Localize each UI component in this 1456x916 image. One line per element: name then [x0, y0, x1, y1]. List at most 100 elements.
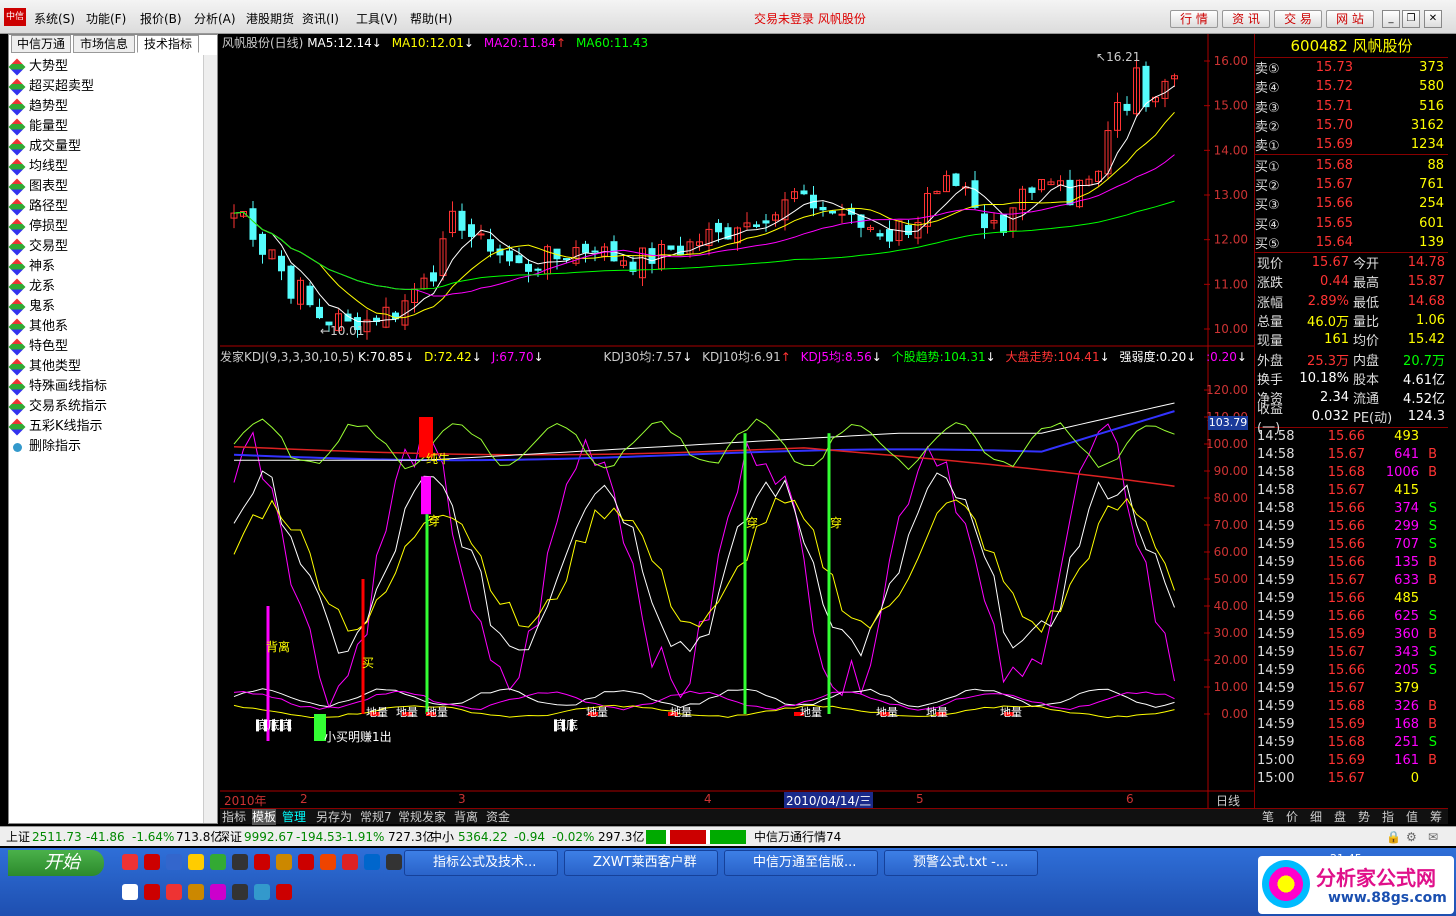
tab-regular-fajia[interactable]: 常规发家 — [398, 809, 446, 825]
tab-citic[interactable]: 中信万通 — [11, 35, 71, 53]
tree-item[interactable]: 龙系 — [8, 277, 201, 297]
chart-area[interactable]: 16.00 15.00 14.00 13.00 12.00 11.00 10.00 120.… — [220, 34, 1254, 824]
quick-launch-icon[interactable] — [276, 854, 292, 870]
tree-item[interactable]: 特色型 — [8, 337, 201, 357]
tab-template[interactable]: 模板 — [252, 809, 277, 825]
tree-item[interactable]: 交易型 — [8, 237, 201, 257]
task-client-group[interactable]: ZXWT莱西客户群 — [564, 850, 718, 876]
lock-icon[interactable]: 🔒 — [1386, 827, 1401, 847]
quick-launch-icon[interactable] — [210, 854, 226, 870]
close-icon[interactable]: ✕ — [1424, 10, 1442, 28]
quick-launch-icon[interactable] — [122, 854, 138, 870]
tree-item[interactable]: 删除指示 — [11, 437, 201, 457]
tab-manage[interactable]: 管理 — [282, 809, 306, 825]
tab-funds[interactable]: 资金 — [486, 809, 510, 825]
settings-icon[interactable]: ⚙ — [1406, 827, 1417, 847]
tree-item[interactable]: 特殊画线指标 — [8, 377, 201, 397]
menu-tools[interactable]: 工具(V) — [356, 10, 398, 27]
website-button[interactable]: 网 站 — [1326, 10, 1374, 28]
tree-scrollbar[interactable] — [203, 55, 217, 823]
tab-indicator[interactable]: 指标 — [222, 809, 246, 825]
tree-item[interactable]: 五彩K线指示 — [8, 417, 201, 437]
quick-launch-icon[interactable] — [386, 854, 402, 870]
ask-row[interactable]: 卖③ 15.71 516 — [1255, 97, 1448, 116]
tree-item[interactable]: 路径型 — [8, 197, 201, 217]
tray-icon[interactable]: ✉ — [1428, 827, 1438, 847]
tree-item[interactable]: 停损型 — [8, 217, 201, 237]
menu-help[interactable]: 帮助(H) — [410, 10, 452, 27]
tab-market-info[interactable]: 市场信息 — [73, 35, 135, 53]
tree-item[interactable]: 神系 — [8, 257, 201, 277]
quick-launch-icon[interactable] — [144, 884, 160, 900]
quote-tab[interactable]: 细 — [1310, 809, 1322, 825]
quick-launch-icon[interactable] — [232, 884, 248, 900]
quote-tab[interactable]: 筹 — [1430, 809, 1442, 825]
period-label[interactable]: 日线 — [1216, 792, 1240, 809]
quick-launch-icon[interactable] — [320, 854, 336, 870]
menu-analysis[interactable]: 分析(A) — [194, 10, 236, 27]
tree-item[interactable]: 鬼系 — [8, 297, 201, 317]
tree-item[interactable]: 图表型 — [8, 177, 201, 197]
quick-launch-icon[interactable] — [166, 854, 182, 870]
tree-item[interactable]: 交易系统指示 — [8, 397, 201, 417]
ask-row[interactable]: 卖④ 15.72 580 — [1255, 77, 1448, 96]
menu-hk-futures[interactable]: 港股期货 — [246, 10, 294, 27]
tab-divergence[interactable]: 背离 — [454, 809, 478, 825]
quick-launch-icon[interactable] — [254, 854, 270, 870]
quick-launch-icon[interactable] — [144, 854, 160, 870]
quote-tab[interactable]: 盘 — [1334, 809, 1346, 825]
quote-tab[interactable]: 笔 — [1262, 809, 1274, 825]
menu-news[interactable]: 资讯(I) — [302, 10, 339, 27]
quick-launch-icon[interactable] — [254, 884, 270, 900]
quote-tab[interactable]: 指 — [1382, 809, 1394, 825]
tree-item[interactable]: 其他系 — [8, 317, 201, 337]
quick-launch-icon[interactable] — [276, 884, 292, 900]
bid-row[interactable]: 买① 15.68 88 — [1255, 155, 1448, 175]
bid-row[interactable]: 买② 15.67 761 — [1255, 175, 1448, 194]
quote-tab[interactable]: 价 — [1286, 809, 1298, 825]
start-button[interactable]: 开始 — [8, 850, 104, 876]
quick-launch-icon[interactable] — [364, 854, 380, 870]
tab-tech-indicators[interactable]: 技术指标 — [137, 35, 199, 53]
tree-item[interactable]: 成交量型 — [8, 137, 201, 157]
bid-row[interactable]: 买③ 15.66 254 — [1255, 194, 1448, 213]
quick-launch-icon[interactable] — [166, 884, 182, 900]
tab-save-as[interactable]: 另存为 — [316, 809, 352, 825]
quick-launch-icon[interactable] — [188, 884, 204, 900]
trade-button[interactable]: 交 易 — [1274, 10, 1322, 28]
tab-regular7[interactable]: 常规7 — [360, 809, 392, 825]
tick-list: 14:58 15.66 493 14:58 15.67 641 B 14:58 15.68 100… — [1255, 428, 1448, 788]
quote-tab[interactable]: 势 — [1358, 809, 1370, 825]
menu-function[interactable]: 功能(F) — [86, 10, 126, 27]
task-alert-file[interactable]: 预警公式.txt -... — [884, 850, 1038, 876]
menu-quote[interactable]: 报价(B) — [140, 10, 182, 27]
ask-row[interactable]: 卖② 15.70 3162 — [1255, 116, 1448, 135]
quick-launch-icon[interactable] — [188, 854, 204, 870]
tree-item[interactable]: 均线型 — [8, 157, 201, 177]
tree-item[interactable]: 超买超卖型 — [8, 77, 201, 97]
quick-launch-icon[interactable] — [210, 884, 226, 900]
quick-launch-icon[interactable] — [298, 854, 314, 870]
tree-item[interactable]: 能量型 — [8, 117, 201, 137]
bid-row[interactable]: 买④ 15.65 601 — [1255, 213, 1448, 233]
tree-item[interactable]: 趋势型 — [8, 97, 201, 117]
quote-button[interactable]: 行 情 — [1170, 10, 1218, 28]
quote-tab[interactable]: 值 — [1406, 809, 1418, 825]
quick-launch-icon[interactable] — [232, 854, 248, 870]
restore-icon[interactable]: ❐ — [1402, 10, 1420, 28]
task-formula[interactable]: 指标公式及技术... — [404, 850, 558, 876]
ask-row[interactable]: 卖① 15.69 1234 — [1255, 135, 1448, 154]
minimize-icon[interactable]: _ — [1382, 10, 1400, 28]
low-volume-signal: 地量 — [800, 706, 822, 719]
ask-row[interactable]: 卖⑤ 15.73 373 — [1255, 58, 1448, 77]
kline-chart[interactable]: 16.00 15.00 14.00 13.00 12.00 11.00 10.00 120.… — [220, 34, 1254, 808]
low-volume-signal: 地量 — [670, 706, 692, 719]
task-citic-app[interactable]: 中信万通至信版... — [724, 850, 878, 876]
tree-item[interactable]: 大势型 — [8, 57, 201, 77]
quick-launch-icon[interactable] — [342, 854, 358, 870]
menu-system[interactable]: 系统(S) — [34, 10, 75, 27]
news-button[interactable]: 资 讯 — [1222, 10, 1270, 28]
bid-row[interactable]: 买⑤ 15.64 139 — [1255, 233, 1448, 252]
quick-launch-icon[interactable] — [122, 884, 138, 900]
tree-item[interactable]: 其他类型 — [8, 357, 201, 377]
